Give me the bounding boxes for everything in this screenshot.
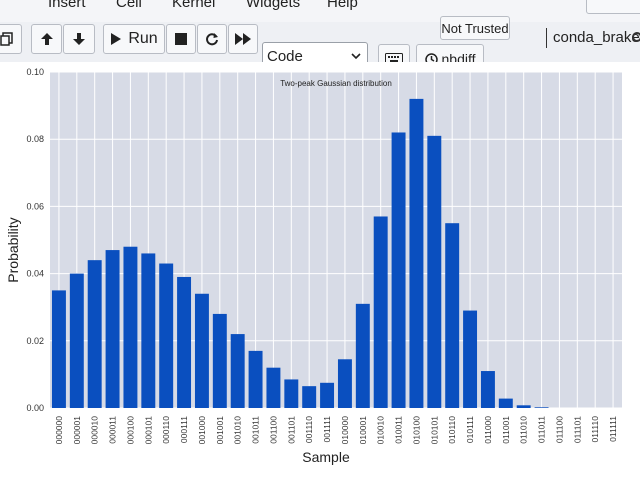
kernel-name[interactable]: conda_braket <box>546 28 640 48</box>
trusted-status-button[interactable]: Not Trusted <box>440 16 510 40</box>
move-up-button[interactable] <box>31 24 62 54</box>
restart-button[interactable] <box>197 24 227 54</box>
x-tick-label: 011111 <box>608 416 618 442</box>
stop-icon <box>175 33 187 45</box>
x-tick-label: 010000 <box>340 416 350 445</box>
x-tick-label: 000100 <box>125 416 135 445</box>
x-tick-label: 000000 <box>54 416 64 445</box>
bar-011001 <box>498 398 513 408</box>
y-tick-label: 0.00 <box>26 403 44 413</box>
x-tick-label: 001001 <box>215 416 225 445</box>
x-tick-label: 010010 <box>376 416 386 445</box>
y-tick-label: 0.10 <box>26 67 44 77</box>
restart-icon <box>206 33 218 46</box>
x-tick-label: 001100 <box>268 416 278 444</box>
x-axis-label: Sample <box>302 449 350 465</box>
bar-010101 <box>427 135 442 408</box>
bar-001110 <box>302 386 317 408</box>
bar-001101 <box>284 379 299 408</box>
y-tick-label: 0.04 <box>26 269 44 279</box>
x-tick-label: 001000 <box>197 416 207 445</box>
x-tick-label: 011001 <box>501 416 511 444</box>
arrow-up-icon <box>40 33 53 45</box>
probability-bar-chart: 0.00 0.02 0.04 0.06 0.08 0.10 000000 000001 000… <box>5 67 622 465</box>
chevron-down-icon <box>351 53 361 60</box>
bar-000101 <box>141 253 156 408</box>
menu-cell[interactable]: Cell <box>116 0 142 11</box>
x-tick-label: 010011 <box>394 416 404 444</box>
kernel-status-icon <box>632 32 640 42</box>
menu-help[interactable]: Help <box>327 0 358 11</box>
x-tick-label: 011011 <box>537 416 547 443</box>
x-tick-label: 011101 <box>572 416 582 443</box>
x-tick-label: 011110 <box>590 416 600 443</box>
bar-000001 <box>69 273 84 408</box>
bar-001001 <box>212 313 227 408</box>
x-tick-label: 001111 <box>322 416 332 443</box>
x-tick-label: 011100 <box>554 416 564 443</box>
run-button[interactable]: Run <box>103 24 165 54</box>
bar-001010 <box>230 334 245 408</box>
x-tick-label: 001010 <box>233 416 243 445</box>
arrow-down-icon <box>73 33 85 45</box>
play-icon <box>111 33 122 45</box>
x-tick-label: 000111 <box>179 416 189 443</box>
x-tick-label: 011010 <box>519 416 529 444</box>
x-tick-label: 010101 <box>429 416 439 445</box>
bar-010010 <box>373 216 388 408</box>
chart-title: Two-peak Gaussian distribution <box>280 79 392 88</box>
y-axis-label: Probability <box>5 217 21 282</box>
bar-010011 <box>391 132 406 408</box>
x-tick-label: 000010 <box>90 416 100 445</box>
bar-000010 <box>87 260 102 408</box>
bar-001000 <box>194 293 209 408</box>
x-tick-label: 000011 <box>108 416 118 444</box>
x-tick-label: 000101 <box>143 416 153 445</box>
bar-000111 <box>177 276 192 408</box>
bar-001011 <box>248 350 263 408</box>
copy-icon <box>0 32 13 46</box>
bar-010000 <box>337 359 352 408</box>
bar-011011 <box>534 407 549 408</box>
bar-010100 <box>409 98 424 408</box>
bar-000000 <box>51 290 66 408</box>
stop-button[interactable] <box>166 24 196 54</box>
x-tick-label: 000110 <box>161 416 171 444</box>
y-tick-label: 0.08 <box>26 134 44 144</box>
menu-insert[interactable]: Insert <box>48 0 86 11</box>
x-tick-label: 001011 <box>251 416 261 444</box>
x-tick-label: 010001 <box>358 416 368 445</box>
bar-011010 <box>516 405 531 408</box>
y-tick-label: 0.06 <box>26 201 44 211</box>
fast-forward-icon <box>235 33 251 45</box>
bar-000011 <box>105 250 120 408</box>
bar-011000 <box>480 371 495 408</box>
bar-000110 <box>159 263 174 408</box>
bar-001100 <box>266 367 281 408</box>
bar-001111 <box>320 382 335 408</box>
cell-output-area: 0.00 0.02 0.04 0.06 0.08 0.10 000000 000001 000… <box>0 62 640 480</box>
logout-button[interactable] <box>586 0 640 14</box>
move-down-button[interactable] <box>63 24 95 54</box>
menu-kernel[interactable]: Kernel <box>172 0 215 11</box>
bar-000100 <box>123 246 138 408</box>
restart-run-all-button[interactable] <box>228 24 258 54</box>
x-tick-label: 010110 <box>447 416 457 444</box>
x-tick-label: 010111 <box>465 416 475 443</box>
x-tick-label: 001110 <box>304 416 314 443</box>
x-tick-label: 010100 <box>411 416 421 445</box>
menu-widgets[interactable]: Widgets <box>246 0 300 11</box>
bar-010001 <box>355 303 370 408</box>
bar-010110 <box>445 223 460 408</box>
menu-bar: Insert Cell Kernel Widgets Help <box>0 0 640 23</box>
x-tick-label: 011000 <box>483 416 493 444</box>
x-tick-label: 001101 <box>286 416 296 444</box>
bar-010111 <box>463 310 478 408</box>
copy-button[interactable] <box>0 24 22 54</box>
x-tick-label: 000001 <box>72 416 82 445</box>
run-label: Run <box>128 30 158 47</box>
y-tick-label: 0.02 <box>26 336 44 346</box>
